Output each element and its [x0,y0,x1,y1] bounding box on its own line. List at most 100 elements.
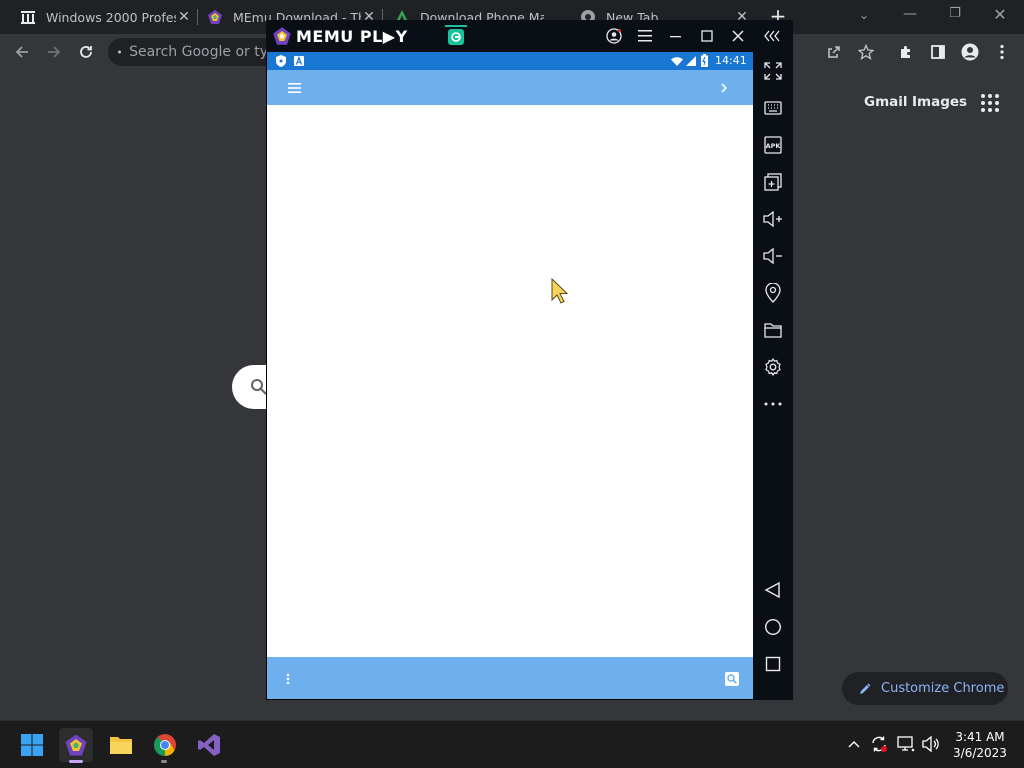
volume-up-icon [763,211,782,227]
omnibox[interactable]: Search Google or ty [108,38,268,66]
folder-icon [764,323,782,338]
volume-up-button[interactable] [760,206,786,232]
volume-button[interactable] [922,735,940,753]
install-apk-button[interactable]: APK [760,132,786,158]
memu-collapse-sidebar-button[interactable] [760,24,784,48]
arrow-right-icon [48,46,61,58]
speaker-icon [922,735,939,753]
tab-title: Windows 2000 Professi [46,9,176,25]
memu-minimize-button[interactable] [664,24,688,48]
taskbar-clock[interactable]: 3:41 AM 3/6/2023 [945,729,1015,761]
network-monitor-icon [897,736,915,752]
volume-down-button[interactable] [760,243,786,269]
chevron-up-icon [848,741,860,748]
reload-button[interactable] [72,38,100,66]
taskbar-chrome[interactable] [148,728,182,762]
android-recents-button[interactable] [760,651,786,677]
chrome-icon [154,734,176,756]
window-close-button[interactable]: ✕ [990,5,1010,25]
app-more-button[interactable] [280,670,296,688]
back-button[interactable] [8,38,36,66]
profile-button[interactable] [956,38,984,66]
apps-grid-icon [981,94,999,112]
close-icon[interactable]: ✕ [176,9,192,25]
circle-home-icon [764,618,782,636]
hamburger-icon [287,83,301,93]
app-content-area[interactable] [267,105,753,657]
gear-icon [765,358,781,376]
maximize-icon [701,30,713,42]
show-hidden-icons-button[interactable] [846,736,862,752]
memu-close-button[interactable] [726,24,750,48]
gmail-link[interactable]: Gmail [864,94,908,110]
images-link[interactable]: Images [912,94,967,110]
share-button[interactable] [820,38,848,66]
windows-logo-icon [21,734,43,756]
reload-icon [80,46,92,58]
more-vert-icon [286,673,290,685]
app-forward-button[interactable] [714,78,734,98]
network-button[interactable] [897,735,915,753]
memu-icon [65,734,87,756]
customize-chrome-button[interactable]: Customize Chrome [842,672,1008,705]
keyboard-icon [764,101,782,115]
android-back-button[interactable] [760,577,786,603]
archive-icon [21,11,35,24]
side-panel-button[interactable] [924,38,952,66]
memu-icon [208,10,222,24]
menu-button[interactable] [988,38,1016,66]
android-home-button[interactable] [760,614,786,640]
running-app-indicator [161,760,167,763]
keymapping-button[interactable] [760,95,786,121]
chevron-right-icon [721,83,727,93]
android-status-bar: 14:41 [267,52,753,70]
taskbar-file-explorer[interactable] [104,728,138,762]
app-bottom-bar [267,657,753,699]
memu-app-tab[interactable] [445,25,467,47]
omnibox-placeholder: Search Google or ty [129,44,268,60]
taskbar-memu[interactable] [59,728,93,762]
side-panel-icon [931,45,945,59]
square-recents-icon [765,656,781,672]
mouse-cursor-icon [551,278,569,304]
app-drawer-button[interactable] [281,78,307,98]
settings-button[interactable] [760,354,786,380]
more-options-button[interactable] [760,391,786,417]
more-horiz-icon [764,402,782,406]
apk-icon: APK [764,136,782,154]
app-search-button[interactable] [723,670,741,688]
memu-maximize-button[interactable] [695,24,719,48]
tab-windows-2000[interactable]: Windows 2000 Professi ✕ [20,0,192,34]
shield-icon [276,55,286,67]
memu-menu-button[interactable] [633,24,657,48]
memu-account-button[interactable] [602,24,626,48]
tab-search-chevron-down-icon[interactable]: ⌄ [856,8,872,24]
sync-status-button[interactable] [870,735,888,753]
sync-icon [872,736,887,752]
triple-chevron-left-icon [764,30,780,42]
account-circle-icon [606,28,622,44]
multi-window-icon [764,173,782,191]
minimize-button[interactable]: — [900,6,920,26]
tab-separator [197,9,198,25]
folder-icon [110,737,132,754]
close-icon [732,30,744,42]
multi-instance-button[interactable] [760,169,786,195]
memu-logo-icon [273,27,291,45]
google-apps-button[interactable] [980,93,1000,113]
start-button[interactable] [15,728,49,762]
location-button[interactable] [760,280,786,306]
phonemaster-app-icon [448,29,464,45]
fullscreen-button[interactable] [760,58,786,84]
extensions-button[interactable] [892,38,920,66]
restore-button[interactable]: ❐ [945,6,965,26]
taskbar-visual-studio[interactable] [192,728,226,762]
shared-folder-button[interactable] [760,317,786,343]
memu-logo: MEMU PL▶Y [272,25,408,47]
forward-button[interactable] [40,38,68,66]
bookmark-button[interactable] [852,38,880,66]
android-clock: 14:41 [715,54,747,67]
svg-text:APK: APK [766,142,782,150]
cell-signal-icon [686,56,696,66]
volume-down-icon [763,248,782,264]
